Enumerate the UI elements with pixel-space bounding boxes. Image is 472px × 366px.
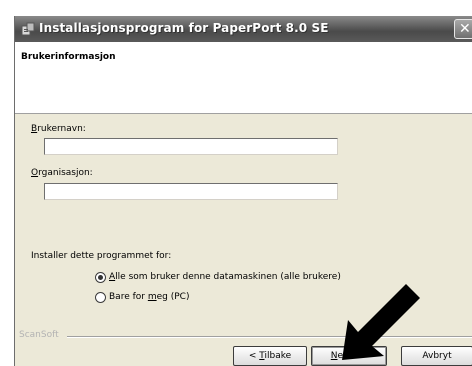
window-title: Installasjonsprogram for PaperPort 8.0 S… bbox=[39, 21, 329, 35]
installer-icon bbox=[21, 22, 35, 36]
radio-button-selected[interactable] bbox=[95, 271, 106, 283]
close-icon: ✕ bbox=[459, 21, 471, 37]
radio-button[interactable] bbox=[95, 291, 106, 303]
close-button[interactable]: ✕ bbox=[454, 19, 472, 39]
install-for-label: Installer dette programmet for: bbox=[31, 251, 172, 261]
radio-only-me-label: Bare for meg (PC) bbox=[109, 292, 190, 302]
title-bar[interactable]: Installasjonsprogram for PaperPort 8.0 S… bbox=[15, 16, 472, 42]
arrow-pointer-icon bbox=[342, 284, 420, 360]
radio-only-me[interactable]: Bare for meg (PC) bbox=[95, 290, 189, 304]
username-field[interactable] bbox=[44, 138, 338, 155]
username-label: Brukernavn: bbox=[31, 124, 86, 134]
organization-label: Organisasjon: bbox=[31, 168, 93, 178]
back-button[interactable]: < Tilbake bbox=[233, 346, 307, 366]
page-title: Brukerinformasjon bbox=[21, 52, 116, 62]
radio-all-users-label: Alle som bruker denne datamaskinen (alle… bbox=[109, 272, 341, 282]
scansoft-brand: ScanSoft bbox=[19, 330, 59, 340]
header-banner: Brukerinformasjon bbox=[15, 42, 472, 114]
radio-all-users[interactable]: Alle som bruker denne datamaskinen (alle… bbox=[95, 270, 341, 284]
organization-field[interactable] bbox=[44, 183, 338, 200]
